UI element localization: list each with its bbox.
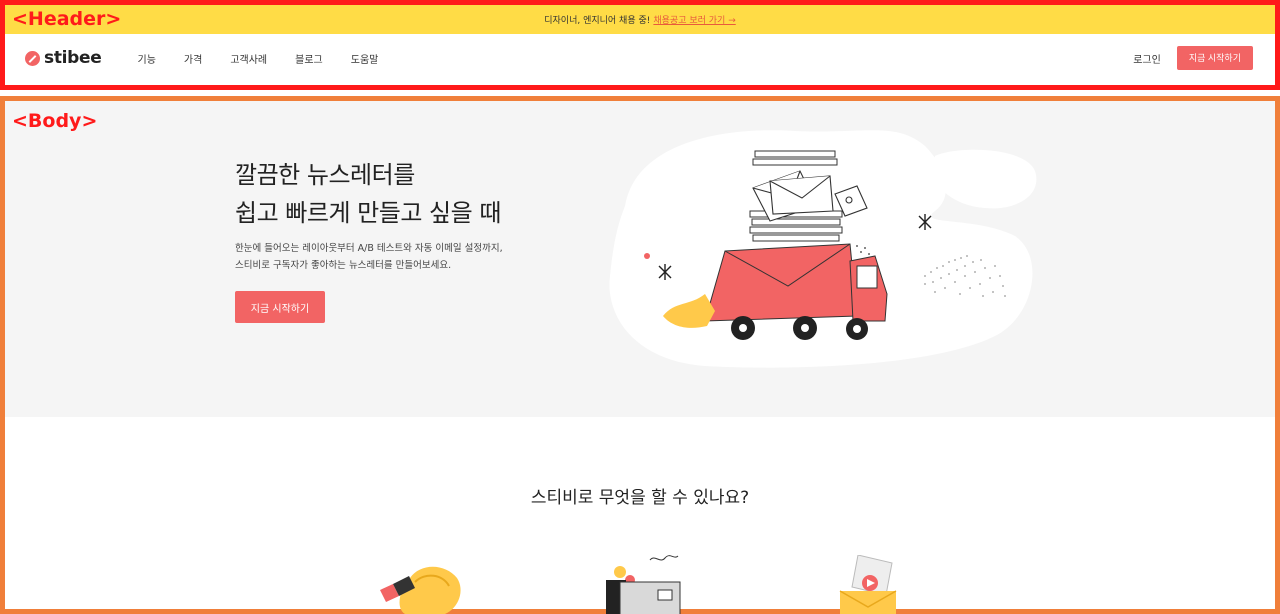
hero-desc-line-1: 한눈에 들어오는 레이아웃부터 A/B 테스트와 자동 이메일 설정까지, <box>235 243 503 254</box>
logo-text: stibee <box>44 48 102 68</box>
features-section-title: 스티비로 무엇을 할 수 있나요? <box>530 488 750 508</box>
menu-item-pricing[interactable]: 가격 <box>184 51 202 66</box>
main-menu: 기능 가격 고객사례 블로그 도움말 <box>138 51 407 66</box>
video-mail-illustration <box>839 555 897 614</box>
menu-item-features[interactable]: 기능 <box>138 51 156 66</box>
hero-description: 한눈에 들어오는 레이아웃부터 A/B 테스트와 자동 이메일 설정까지, 스티… <box>235 240 503 274</box>
start-now-button-header[interactable]: 지금 시작하기 <box>1176 46 1253 70</box>
hero-title: 깔끔한 뉴스레터를 쉽고 빠르게 만들고 싶을 때 <box>235 156 501 232</box>
hero-section: 깔끔한 뉴스레터를 쉽고 빠르게 만들고 싶을 때 한눈에 들어오는 레이아웃부… <box>5 101 1275 417</box>
magnet-illustration <box>380 566 461 614</box>
body-annotation-label: <Body> <box>12 110 98 132</box>
banner-link[interactable]: 채용공고 보러 가기 → <box>653 13 735 26</box>
menu-item-help[interactable]: 도움말 <box>351 51 379 66</box>
menu-item-blog[interactable]: 블로그 <box>295 51 323 66</box>
logo-icon <box>25 50 40 66</box>
login-link[interactable]: 로그인 <box>1133 51 1161 66</box>
hero-title-line-2: 쉽고 빠르게 만들고 싶을 때 <box>235 199 501 227</box>
navigation-bar: stibee 기능 가격 고객사례 블로그 도움말 로그인 지금 시작하기 <box>5 34 1275 82</box>
nav-actions: 로그인 지금 시작하기 <box>1133 46 1253 70</box>
banner-text: 디자이너, 엔지니어 채용 중! <box>544 16 651 26</box>
hero-title-line-1: 깔끔한 뉴스레터를 <box>235 161 415 189</box>
hero-desc-line-2: 스티비로 구독자가 좋아하는 뉴스레터를 만들어보세요. <box>235 260 452 271</box>
menu-item-customers[interactable]: 고객사례 <box>230 51 267 66</box>
top-banner: 디자이너, 엔지니어 채용 중! 채용공고 보러 가기 → <box>5 5 1275 34</box>
delivery-truck-illustration <box>609 130 1037 368</box>
start-now-button-hero[interactable]: 지금 시작하기 <box>235 291 325 323</box>
header-annotation-label: <Header> <box>12 8 122 30</box>
logo[interactable]: stibee <box>25 48 102 68</box>
laptop-illustration <box>606 555 681 614</box>
